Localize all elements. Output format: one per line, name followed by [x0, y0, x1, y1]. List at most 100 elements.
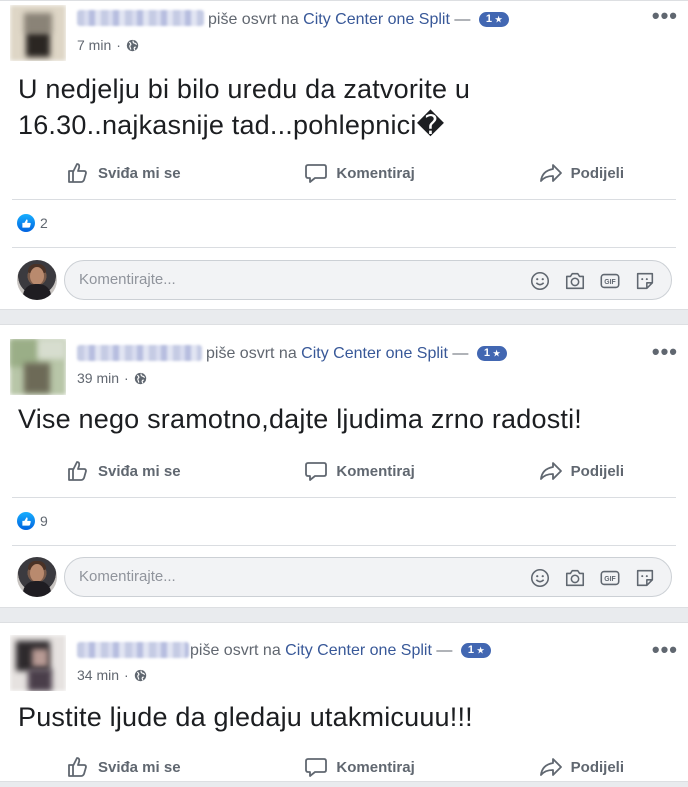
share-label: Podijeli [570, 462, 624, 480]
globe-icon [126, 39, 139, 51]
header-dash: — [436, 642, 453, 659]
globe-icon [134, 372, 146, 384]
svg-text:GIF: GIF [604, 279, 615, 286]
meta-dot: · [116, 37, 121, 53]
post-actions: Sviđa mi se Komentiraj Podijeli [0, 747, 688, 787]
share-label: Podijeli [570, 758, 624, 776]
post-timestamp[interactable]: 34 min [77, 667, 119, 683]
author-action-text: piše osvrt na [206, 345, 297, 362]
header-dash: — [454, 11, 471, 28]
post-timestamp[interactable]: 39 min [77, 370, 119, 386]
more-options-icon[interactable]: ••• [652, 5, 678, 27]
author-action-text: piše osvrt na [190, 642, 281, 659]
author-name-blurred[interactable] [77, 345, 202, 361]
post-text: U nedjelju bi bilo uredu da zatvorite u … [18, 71, 470, 143]
rating-value: 1 [467, 644, 474, 656]
share-arrow-icon [539, 462, 562, 480]
like-label: Sviđa mi se [98, 462, 181, 480]
star-icon: ★ [495, 15, 503, 24]
post-text-line: 16.30..najkasnije tad...pohlepnici� [18, 110, 445, 140]
comment-bubble-icon [305, 758, 328, 777]
thumbs-up-icon [68, 461, 87, 481]
share-button[interactable]: Podijeli [539, 459, 624, 483]
rating-badge[interactable]: 1 ★ [460, 643, 492, 658]
sticker-icon[interactable] [633, 269, 657, 293]
post-text: Vise nego sramotno,dajte ljudima zrno ra… [18, 401, 582, 437]
comment-button[interactable]: Komentiraj [304, 755, 415, 779]
rating-value: 1 [485, 13, 492, 25]
reaction-count: 9 [40, 513, 48, 529]
reactions-summary[interactable]: 2 [17, 214, 48, 232]
like-label: Sviđa mi se [98, 758, 181, 776]
post-text-line: U nedjelju bi bilo uredu da zatvorite u [18, 74, 471, 104]
emoji-icon[interactable] [528, 269, 552, 293]
rating-value: 1 [483, 347, 490, 359]
post-header: piše osvrt na City Center one Split — 1 … [206, 345, 508, 363]
comment-button[interactable]: Komentiraj [304, 161, 415, 185]
post-text-line: Vise nego sramotno,dajte ljudima zrno ra… [18, 404, 583, 434]
comment-input-box[interactable]: GIF [64, 557, 672, 597]
post-meta: 7 min · [77, 37, 139, 53]
post-text-line: Pustite ljude da gledaju utakmicuuu!!! [18, 702, 473, 732]
author-avatar[interactable] [10, 635, 66, 691]
like-button[interactable]: Sviđa mi se [66, 459, 181, 483]
post-card: piše osvrt na City Center one Split — 1 … [0, 0, 688, 310]
post-meta: 39 min · [77, 370, 147, 386]
place-link[interactable]: City Center one Split [285, 642, 432, 659]
thumbs-up-icon [68, 163, 87, 183]
rating-badge[interactable]: 1 ★ [478, 12, 510, 27]
svg-text:GIF: GIF [604, 576, 615, 583]
camera-icon[interactable] [563, 566, 587, 590]
post-timestamp[interactable]: 7 min [77, 37, 111, 53]
post-header: piše osvrt na City Center one Split — 1 … [190, 642, 492, 660]
author-action-text: piše osvrt na [208, 11, 299, 28]
post-meta: 34 min · [77, 667, 147, 683]
comment-bubble-icon [305, 462, 328, 481]
more-options-icon[interactable]: ••• [652, 639, 678, 661]
divider [12, 497, 676, 498]
place-link[interactable]: City Center one Split [301, 345, 448, 362]
post-header: piše osvrt na City Center one Split — 1 … [208, 11, 510, 29]
divider [12, 199, 676, 200]
comment-label: Komentiraj [336, 758, 415, 776]
comment-tools: GIF [528, 269, 657, 293]
current-user-avatar[interactable] [17, 260, 57, 300]
post-text: Pustite ljude da gledaju utakmicuuu!!! [18, 699, 473, 735]
gif-icon[interactable]: GIF [598, 269, 622, 293]
author-name-blurred[interactable] [77, 10, 204, 26]
post-card: piše osvrt na City Center one Split — 1 … [0, 324, 688, 608]
comment-label: Komentiraj [336, 164, 415, 182]
comment-button[interactable]: Komentiraj [304, 459, 415, 483]
like-reaction-icon [17, 512, 35, 530]
post-actions: Sviđa mi se Komentiraj Podijeli [0, 153, 688, 193]
comment-input[interactable] [77, 567, 501, 586]
rating-badge[interactable]: 1 ★ [476, 346, 508, 361]
current-user-avatar[interactable] [17, 557, 57, 597]
author-avatar[interactable] [10, 5, 66, 61]
sticker-icon[interactable] [633, 566, 657, 590]
reactions-summary[interactable]: 9 [17, 512, 48, 530]
share-arrow-icon [539, 164, 562, 182]
place-link[interactable]: City Center one Split [303, 11, 450, 28]
share-button[interactable]: Podijeli [539, 161, 624, 185]
share-arrow-icon [539, 758, 562, 776]
like-button[interactable]: Sviđa mi se [66, 161, 181, 185]
more-options-icon[interactable]: ••• [652, 341, 678, 363]
comment-input[interactable] [77, 270, 501, 289]
reaction-count: 2 [40, 215, 48, 231]
author-avatar[interactable] [10, 339, 66, 395]
share-button[interactable]: Podijeli [539, 755, 624, 779]
star-icon: ★ [493, 349, 501, 358]
like-label: Sviđa mi se [98, 164, 181, 182]
meta-dot: · [124, 667, 129, 683]
like-button[interactable]: Sviđa mi se [66, 755, 181, 779]
author-name-blurred[interactable] [77, 642, 189, 658]
comment-label: Komentiraj [336, 462, 415, 480]
like-reaction-icon [17, 214, 35, 232]
post-actions: Sviđa mi se Komentiraj Podijeli [0, 451, 688, 491]
camera-icon[interactable] [563, 269, 587, 293]
comment-input-box[interactable]: GIF [64, 260, 672, 300]
divider [12, 247, 676, 248]
emoji-icon[interactable] [528, 566, 552, 590]
gif-icon[interactable]: GIF [598, 566, 622, 590]
